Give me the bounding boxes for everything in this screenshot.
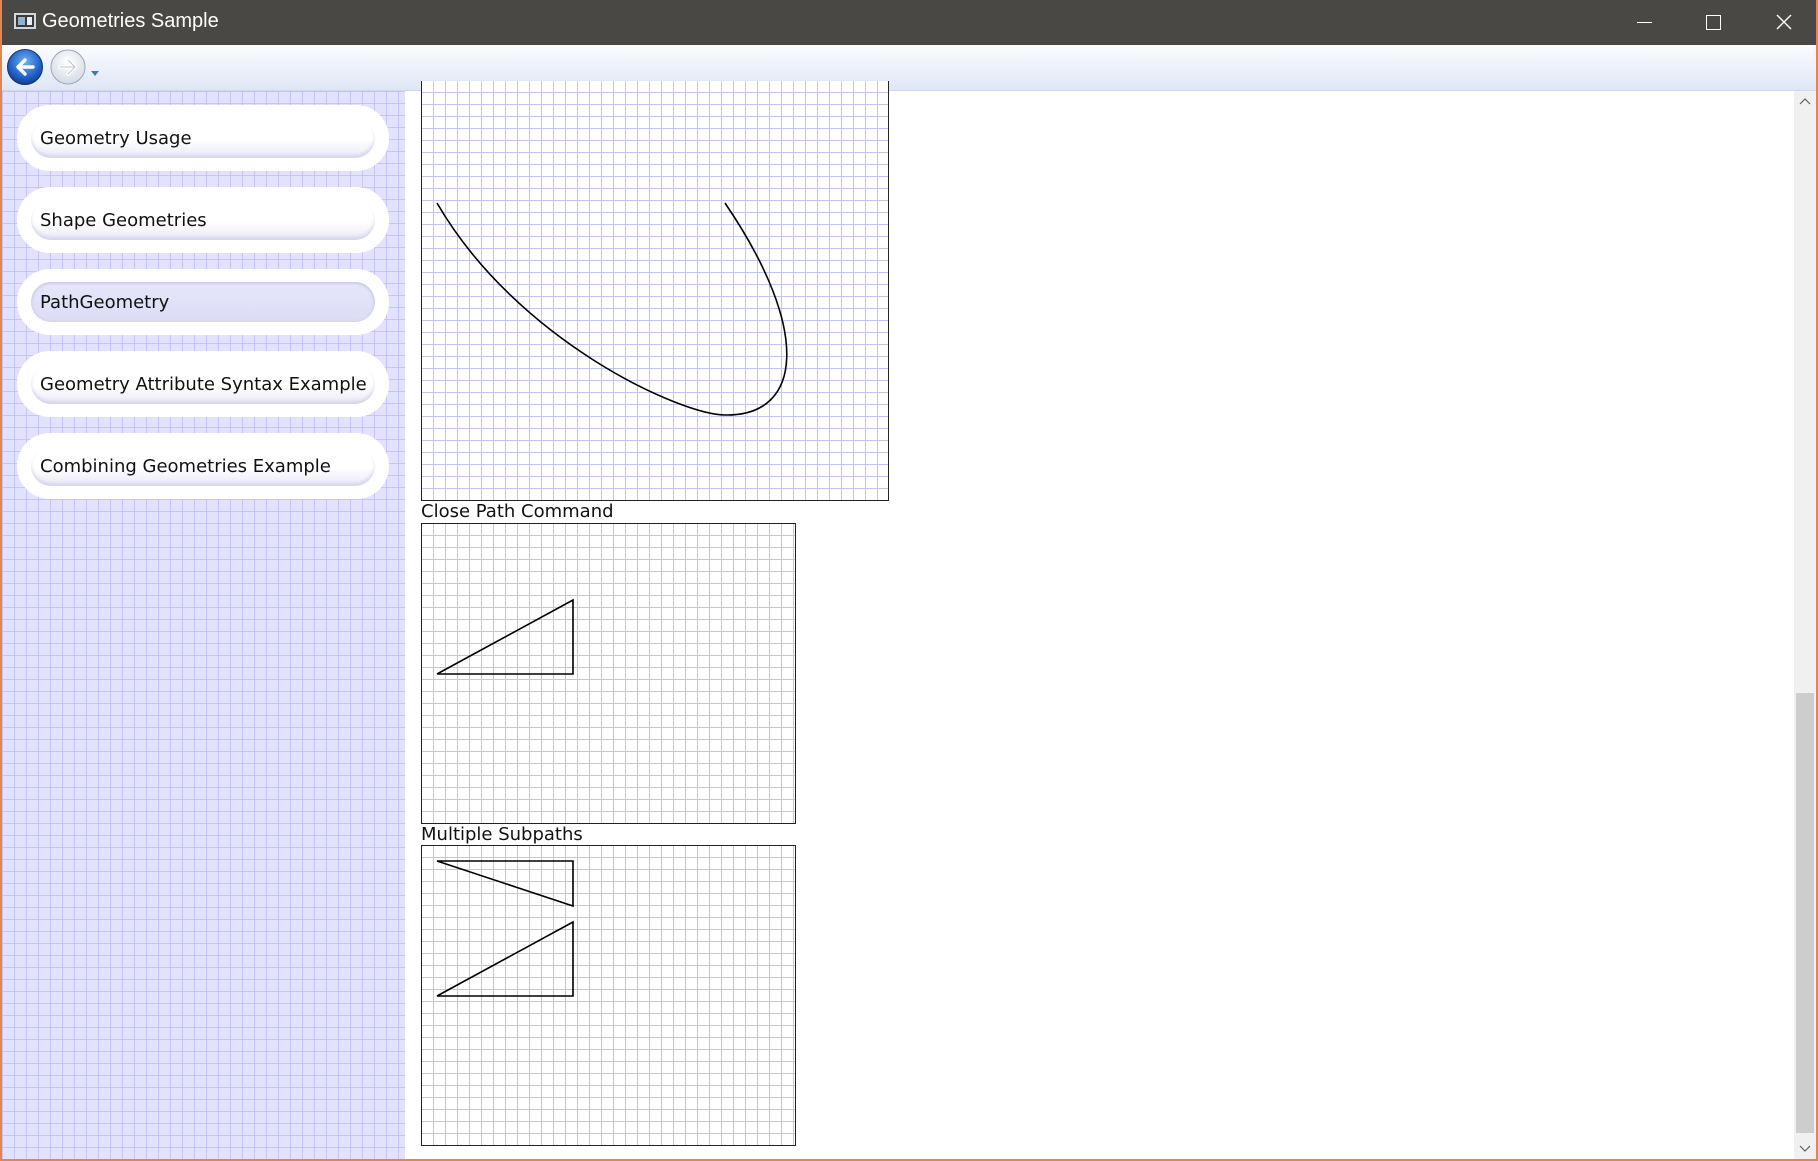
sidebar-item-combining-geometries[interactable]: Combining Geometries Example [17, 433, 389, 499]
scroll-up-button[interactable] [1794, 91, 1816, 113]
app-window: Geometries Sample Geometry Usage Shape G… [0, 0, 1818, 1161]
window-title: Geometries Sample [42, 10, 219, 32]
sidebar-item-label: Geometry Attribute Syntax Example [40, 374, 367, 395]
vertical-scrollbar[interactable] [1794, 91, 1816, 1159]
back-arrow-icon [7, 49, 43, 85]
navigation-bar [2, 45, 1816, 91]
chevron-up-icon [1799, 98, 1811, 105]
sidebar-item-label: PathGeometry [40, 292, 170, 313]
curve-sample-canvas [421, 81, 889, 501]
maximize-button[interactable] [1678, 0, 1748, 45]
section-label-multiple-subpaths: Multiple Subpaths [421, 824, 583, 845]
sidebar-item-geometry-attribute-syntax[interactable]: Geometry Attribute Syntax Example [17, 351, 389, 417]
curve-path-shape [436, 202, 788, 416]
scroll-thumb[interactable] [1796, 693, 1814, 1133]
chevron-down-icon [91, 71, 99, 76]
chevron-down-icon [1799, 1145, 1811, 1152]
close-path-canvas [421, 523, 796, 824]
sidebar-item-label: Shape Geometries [40, 210, 207, 231]
forward-button[interactable] [49, 48, 87, 86]
title-bar[interactable]: Geometries Sample [2, 0, 1816, 45]
sidebar-item-shape-geometries[interactable]: Shape Geometries [17, 187, 389, 253]
closed-triangle-shape [436, 598, 574, 675]
sidebar: Geometry Usage Shape Geometries PathGeom… [2, 91, 405, 1159]
subpath-triangles-shape [436, 860, 574, 997]
close-button[interactable] [1748, 0, 1816, 45]
minimize-icon [1637, 22, 1652, 23]
forward-arrow-icon [50, 49, 86, 85]
sidebar-item-pathgeometry[interactable]: PathGeometry [17, 269, 389, 335]
section-label-close-path: Close Path Command [421, 501, 614, 522]
sidebar-item-label: Geometry Usage [40, 128, 192, 149]
multiple-subpaths-canvas [421, 845, 796, 1146]
minimize-button[interactable] [1608, 0, 1678, 45]
close-icon [1776, 14, 1792, 30]
maximize-icon [1706, 15, 1721, 30]
app-icon [14, 13, 36, 29]
content-area: Close Path Command Multiple Subpaths [405, 81, 1794, 1159]
back-button[interactable] [6, 48, 44, 86]
sidebar-item-geometry-usage[interactable]: Geometry Usage [17, 105, 389, 171]
scroll-down-button[interactable] [1794, 1137, 1816, 1159]
sidebar-item-label: Combining Geometries Example [40, 456, 331, 477]
history-dropdown[interactable] [89, 63, 101, 76]
